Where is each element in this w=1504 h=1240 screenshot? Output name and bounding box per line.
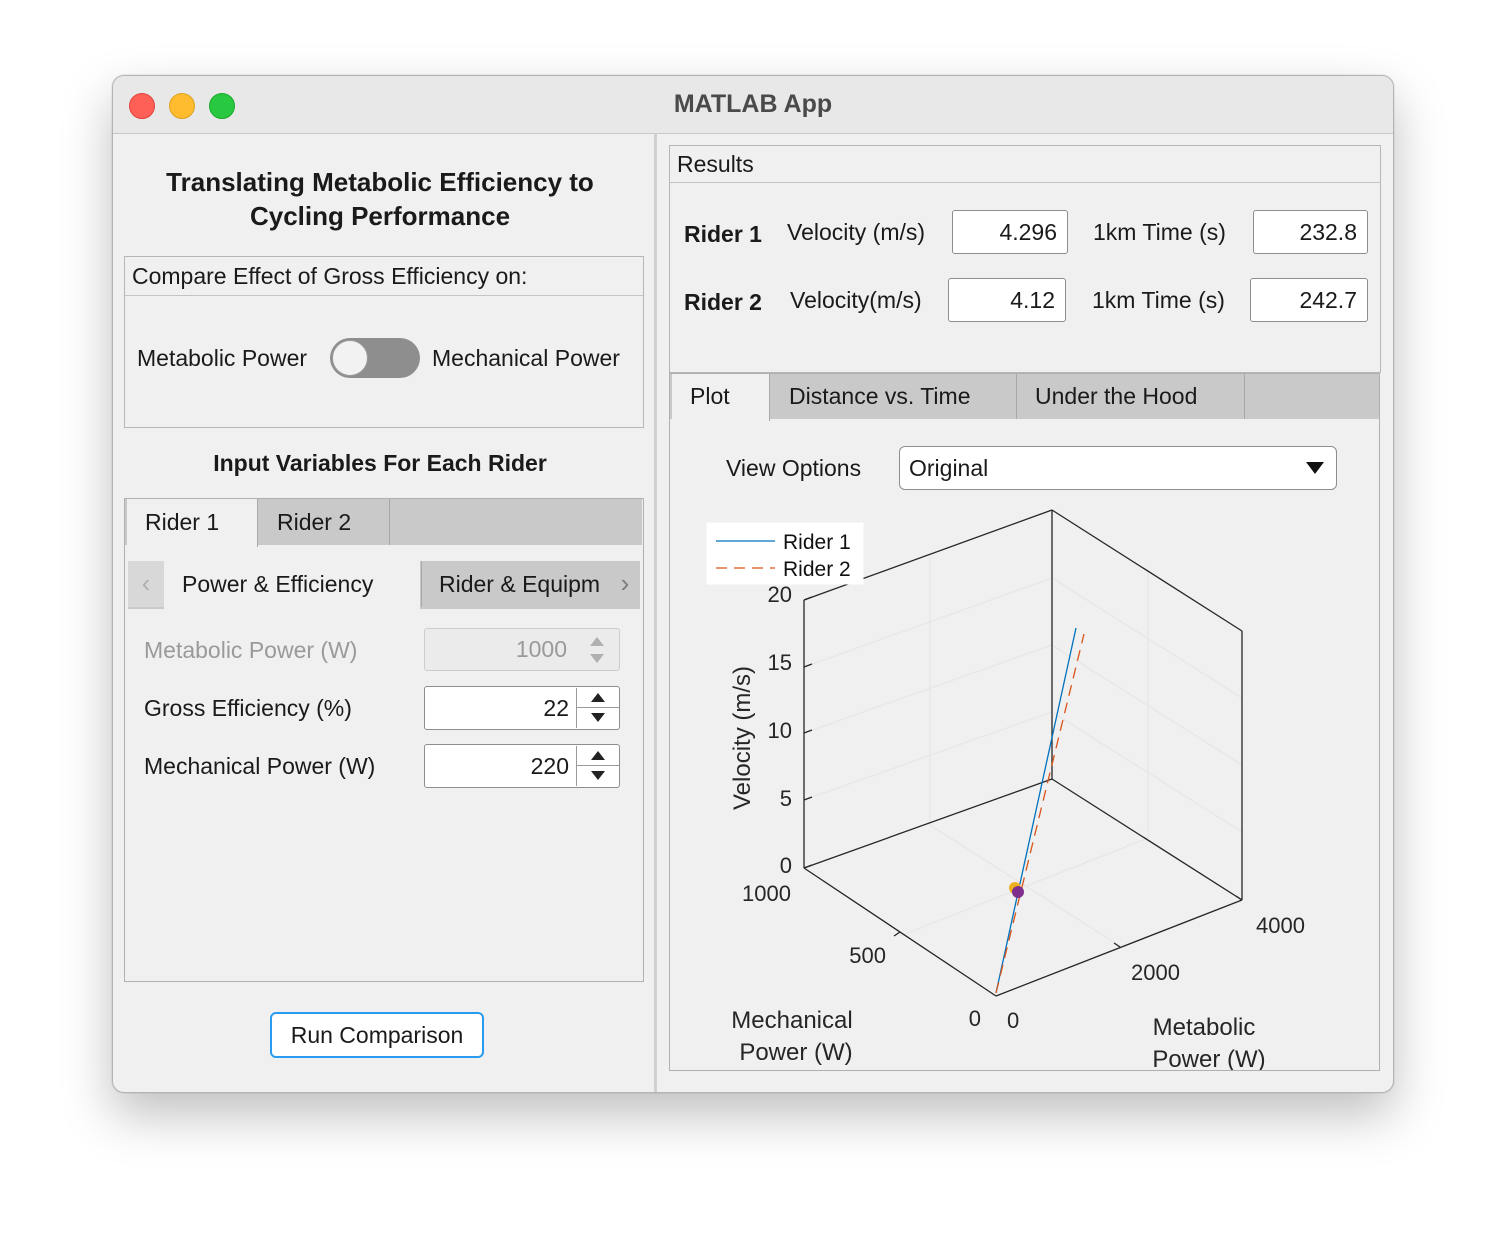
x-tick-label: 0 <box>1007 1008 1019 1033</box>
grid-line <box>803 644 1053 734</box>
view-options-dropdown[interactable]: Original <box>899 446 1337 490</box>
grid-line <box>1051 577 1243 699</box>
title-bar: MATLAB App <box>113 76 1393 134</box>
tab-power-efficiency[interactable]: Power & Efficiency <box>164 561 420 609</box>
chevron-right-icon[interactable]: › <box>611 561 639 607</box>
window-title: MATLAB App <box>673 90 833 118</box>
toggle-knob <box>332 340 368 376</box>
gross-efficiency-stepper[interactable] <box>576 688 619 728</box>
z-tick-label: 15 <box>768 650 792 675</box>
compare-panel-divider <box>125 295 643 296</box>
stepper-up-icon[interactable] <box>591 693 605 702</box>
tab-rider-1[interactable]: Rider 1 <box>127 499 258 547</box>
tick-mark <box>803 796 813 801</box>
tab-under-the-hood[interactable]: Under the Hood <box>1017 374 1245 419</box>
rider1-velocity-label: Velocity (m/s) <box>787 219 926 245</box>
rider2-time-value[interactable]: 242.7 <box>1250 278 1368 322</box>
rider2-velocity-value[interactable]: 4.12 <box>948 278 1066 322</box>
tick-mark <box>893 931 901 937</box>
rider1-time-label: 1km Time (s) <box>1093 219 1226 245</box>
x-tick-label: 4000 <box>1256 913 1305 938</box>
rider1-velocity-value[interactable]: 4.296 <box>952 210 1068 254</box>
x-tick-label: 2000 <box>1131 960 1180 985</box>
marker-rider-2 <box>1012 886 1024 898</box>
grid-line <box>803 711 1053 801</box>
tick-mark <box>803 864 813 869</box>
metabolic-power-label: Metabolic Power (W) <box>144 637 358 663</box>
tab-distance-vs-time[interactable]: Distance vs. Time <box>771 374 1017 419</box>
efficiency-toggle-switch[interactable] <box>330 338 420 378</box>
axis-line <box>1051 778 1243 901</box>
chevron-left-icon[interactable]: ‹ <box>128 561 164 607</box>
view-options-label: View Options <box>726 455 862 481</box>
series-line-rider-2 <box>995 633 1085 994</box>
dropdown-arrow-icon <box>1306 462 1324 474</box>
rider1-label: Rider 1 <box>684 221 762 247</box>
tick-mark <box>1235 895 1243 901</box>
gross-efficiency-label: Gross Efficiency (%) <box>144 695 352 721</box>
x-axis-label: Metabolic Power (W) <box>1152 1014 1265 1070</box>
stepper-down-icon[interactable] <box>590 654 604 663</box>
stepper-up-icon[interactable] <box>591 751 605 760</box>
tick-mark <box>803 596 813 601</box>
legend-label-rider-2: Rider 2 <box>783 558 851 581</box>
panel-divider <box>654 133 657 1092</box>
chart-legend: Rider 1 Rider 2 <box>706 522 864 585</box>
z-tick-label: 0 <box>780 853 792 878</box>
switch-right-label: Mechanical Power <box>432 345 620 371</box>
stepper-divider <box>577 707 619 708</box>
compare-panel-title: Compare Effect of Gross Efficiency on: <box>132 263 528 289</box>
rider2-velocity-label: Velocity(m/s) <box>790 287 922 313</box>
axis-line <box>995 899 1243 997</box>
y-axis-label: Mechanical Power (W) <box>731 1007 852 1066</box>
rider2-label: Rider 2 <box>684 289 762 315</box>
grid-line <box>803 577 1053 668</box>
z-tick-label: 20 <box>768 582 792 607</box>
y-tick-label: 0 <box>969 1006 981 1031</box>
stepper-divider <box>577 765 619 766</box>
run-comparison-button[interactable]: Run Comparison <box>270 1012 484 1058</box>
rider2-time-label: 1km Time (s) <box>1092 287 1225 313</box>
tick-mark <box>803 663 813 668</box>
stepper-up-icon[interactable] <box>590 637 604 646</box>
velocity-3d-plot[interactable]: 20 15 10 5 0 1000 500 0 0 2000 4000 Velo… <box>670 495 1378 1070</box>
switch-left-label: Metabolic Power <box>137 345 308 371</box>
tab-plot[interactable]: Plot <box>672 374 770 421</box>
tab-rider-equipment[interactable]: Rider & Equipm <box>421 561 611 607</box>
tab-rider-2[interactable]: Rider 2 <box>259 499 390 545</box>
grid-line <box>929 824 1121 947</box>
view-options-value: Original <box>909 455 989 481</box>
stepper-down-icon[interactable] <box>591 713 605 722</box>
stepper-down-icon[interactable] <box>591 771 605 780</box>
input-heading: Input Variables For Each Rider <box>213 450 547 476</box>
z-axis-label: Velocity (m/s) <box>729 666 756 810</box>
grid-line <box>1051 644 1243 766</box>
app-heading: Translating Metabolic Efficiency to Cycl… <box>166 167 594 231</box>
y-tick-label: 500 <box>849 943 886 968</box>
results-title: Results <box>677 151 754 177</box>
grid-line <box>1051 711 1243 833</box>
results-panel <box>669 145 1381 373</box>
mechanical-power-label: Mechanical Power (W) <box>144 753 376 779</box>
metabolic-power-stepper[interactable] <box>577 630 617 670</box>
rider1-time-value[interactable]: 232.8 <box>1253 210 1368 254</box>
mechanical-power-stepper[interactable] <box>576 746 619 786</box>
axis-line <box>1051 509 1243 632</box>
legend-label-rider-1: Rider 1 <box>783 531 851 554</box>
series-line-rider-1 <box>995 627 1077 994</box>
tick-mark <box>803 729 813 734</box>
z-tick-label: 5 <box>780 786 792 811</box>
y-tick-label: 1000 <box>742 881 791 906</box>
z-tick-label: 10 <box>768 718 792 743</box>
axis-line <box>803 778 1053 869</box>
results-panel-divider <box>670 182 1380 183</box>
grid-line <box>899 837 1149 937</box>
